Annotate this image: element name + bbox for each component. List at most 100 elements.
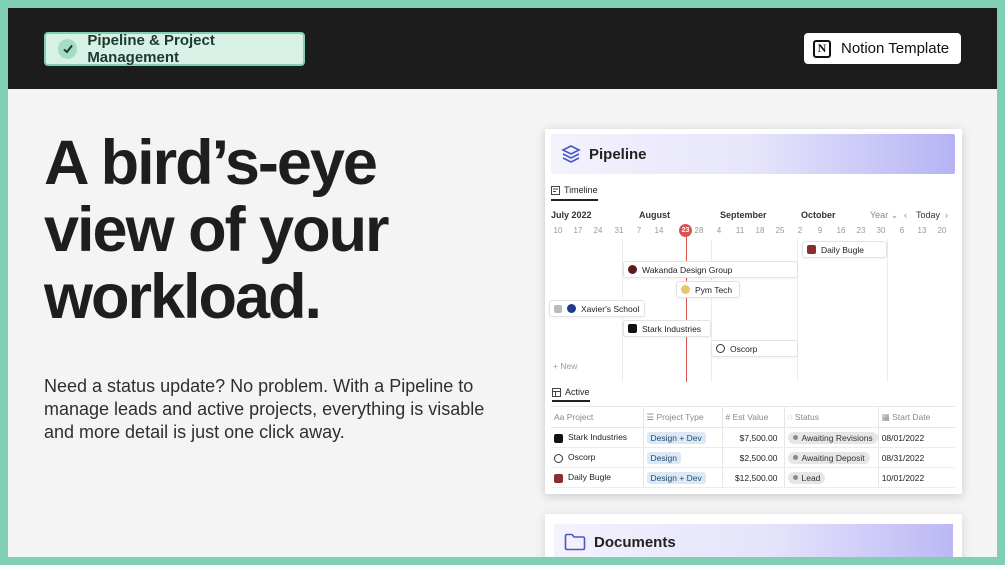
timeline-item-stark[interactable]: Stark Industries [623, 320, 711, 337]
project-cell[interactable]: Oscorp [551, 447, 643, 468]
hero-headline: A bird’s-eye view of your workload. [44, 130, 494, 331]
next-arrow-icon[interactable]: › [945, 210, 948, 220]
tab-timeline-label: Timeline [564, 185, 598, 195]
day-label: 20 [937, 226, 947, 235]
timeline-item-xaviers-school[interactable]: Xavier's School [549, 300, 645, 317]
status-icon: ◌ [787, 412, 795, 422]
daily-bugle-logo-icon [807, 245, 816, 254]
status-label: Awaiting Deposit [801, 452, 865, 463]
timeline-item-label: Xavier's School [581, 303, 640, 314]
prev-arrow-icon[interactable]: ‹ [904, 210, 907, 220]
tab-timeline[interactable]: Timeline [551, 183, 598, 201]
project-name: Stark Industries [568, 432, 628, 443]
timeline-item-label: Stark Industries [642, 323, 702, 334]
timeline-item-wakanda[interactable]: Wakanda Design Group [623, 261, 798, 278]
daily-bugle-logo-icon [554, 473, 563, 483]
value-cell[interactable]: $2,500.00 [721, 447, 784, 468]
timeline-icon [551, 185, 560, 195]
day-label: 4 [716, 226, 722, 235]
month-label: September [720, 210, 767, 220]
headline-line: view of your [44, 195, 390, 265]
today-button[interactable]: Today [916, 210, 940, 220]
type-cell[interactable]: Design [642, 447, 722, 468]
timeline-item-oscorp[interactable]: Oscorp [711, 340, 798, 357]
column-header[interactable]: ▦ Start Date [877, 406, 955, 428]
table-row[interactable]: Stark Industries Design + Dev $7,500.00 … [551, 427, 955, 448]
date-cell[interactable]: 08/01/2022 [877, 427, 955, 448]
status-dot-icon [792, 455, 798, 460]
date-cell[interactable]: 10/01/2022 [877, 467, 955, 488]
day-label: 31 [614, 226, 624, 235]
tab-active[interactable]: Active [552, 387, 590, 402]
pipeline-badge: Pipeline & Project Management [44, 32, 305, 66]
status-dot-icon [792, 475, 798, 480]
notion-logo-icon: N [813, 39, 831, 58]
status-cell[interactable]: Lead [783, 467, 879, 488]
pym-tech-logo-icon [681, 285, 690, 294]
month-label: August [639, 210, 670, 220]
day-label: 14 [654, 226, 664, 235]
new-item-button[interactable]: + New [553, 361, 577, 371]
status-badge: Awaiting Revisions [787, 431, 878, 444]
view-select-label: Year [870, 210, 889, 220]
type-cell[interactable]: Design + Dev [642, 467, 722, 488]
documents-header: Documents [554, 524, 953, 557]
table-icon [552, 387, 561, 397]
project-name: Oscorp [568, 452, 596, 463]
value-cell[interactable]: $12,500.00 [721, 467, 784, 488]
status-dot-icon [792, 435, 798, 440]
status-cell[interactable]: Awaiting Deposit [783, 447, 879, 468]
day-label: 18 [755, 226, 765, 235]
hash-icon: # [725, 412, 733, 422]
stark-logo-icon [554, 433, 563, 443]
type-cell[interactable]: Design + Dev [642, 427, 722, 448]
plus-icon: + [553, 361, 558, 371]
date-cell[interactable]: 08/31/2022 [877, 447, 955, 468]
day-label: 10 [553, 226, 563, 235]
day-label: 2 [797, 226, 803, 235]
status-label: Lead [801, 472, 821, 483]
day-label: 23 [856, 226, 866, 235]
status-cell[interactable]: Awaiting Revisions [783, 427, 879, 448]
new-item-label: New [560, 361, 578, 371]
day-label: 25 [775, 226, 785, 235]
text-icon: Aa [554, 412, 567, 422]
timeline-item-pym-tech[interactable]: Pym Tech [676, 281, 740, 298]
day-label: 17 [573, 226, 583, 235]
view-select[interactable]: Year ⌄ [870, 210, 898, 221]
notion-template-badge[interactable]: N Notion Template [804, 33, 961, 64]
pipeline-card: Pipeline Timeline July 2022 August Septe… [545, 129, 962, 494]
project-cell[interactable]: Daily Bugle [551, 467, 643, 488]
headline-line: workload. [44, 262, 322, 332]
column-header-label: Project [566, 412, 594, 422]
headline-line: A bird’s-eye [44, 128, 378, 198]
value-cell[interactable]: $7,500.00 [721, 427, 784, 448]
table-row[interactable]: Oscorp Design $2,500.00 Awaiting Deposit… [551, 447, 955, 468]
folder-icon [564, 533, 586, 551]
column-header[interactable]: # Est Value [721, 406, 784, 428]
day-label: 7 [636, 226, 642, 235]
timeline-header: July 2022 August September October Year … [545, 207, 962, 239]
column-header[interactable]: ◌ Status [783, 406, 879, 428]
column-header[interactable]: ☰ Project Type [642, 406, 722, 428]
day-label: 6 [899, 226, 905, 235]
column-header[interactable]: Aa Project [551, 406, 643, 428]
table-header-row: Aa Project ☰ Project Type # Est Value ◌ … [551, 406, 955, 428]
check-circle-icon [58, 39, 78, 59]
timeline-item-daily-bugle[interactable]: Daily Bugle [802, 241, 887, 258]
pipeline-header: Pipeline [551, 134, 955, 174]
today-line [686, 237, 687, 382]
notion-template-label: Notion Template [841, 40, 950, 57]
table-row[interactable]: Daily Bugle Design + Dev $12,500.00 Lead… [551, 467, 955, 488]
calendar-icon: ▦ [881, 411, 893, 422]
project-cell[interactable]: Stark Industries [551, 427, 643, 448]
timeline-item-label: Pym Tech [695, 284, 733, 295]
timeline-body: Daily Bugle Wakanda Design Group Pym Tec… [545, 237, 962, 382]
status-badge: Awaiting Deposit [787, 451, 870, 464]
status-label: Awaiting Revisions [801, 432, 873, 443]
column-header-label: Project Type [656, 411, 704, 422]
hero-description: Need a status update? No problem. With a… [44, 376, 485, 442]
expand-icon[interactable] [554, 304, 562, 313]
month-divider [887, 239, 888, 382]
day-label: 11 [735, 226, 745, 235]
